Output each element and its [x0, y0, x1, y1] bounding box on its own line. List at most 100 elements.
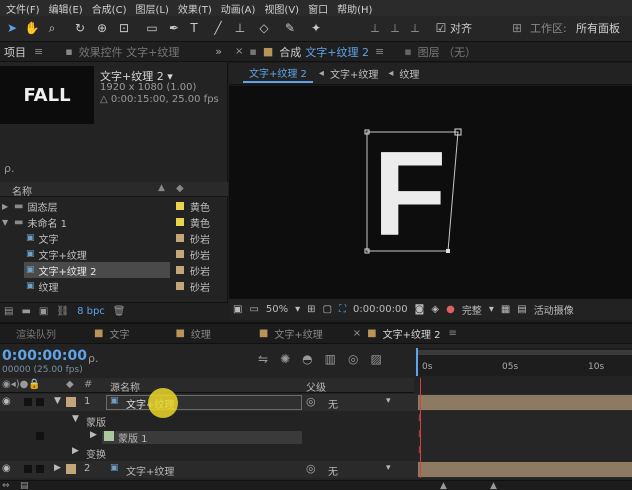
- pen-tool-icon[interactable]: ✒: [166, 20, 182, 36]
- label-column-icon[interactable]: ◆: [176, 183, 184, 194]
- pick-whip-icon[interactable]: ◎: [306, 462, 316, 475]
- layer-name[interactable]: 文字+纹理: [126, 463, 174, 478]
- snap-checkbox-icon[interactable]: ☑: [434, 20, 448, 36]
- current-time[interactable]: 0:00:00:00: [353, 304, 408, 315]
- keyframe-icon[interactable]: I: [418, 430, 421, 440]
- zoom-in-icon[interactable]: ▲: [490, 481, 497, 490]
- collapse-icon[interactable]: ▼: [54, 396, 61, 406]
- project-search-input[interactable]: ρ.: [4, 162, 14, 175]
- region-of-interest-icon[interactable]: ⛶: [339, 304, 346, 315]
- label-swatch[interactable]: [66, 464, 76, 474]
- layer-duration-bar[interactable]: [418, 462, 632, 477]
- dropdown-icon[interactable]: ▾: [386, 396, 391, 406]
- bpc-button[interactable]: 8 bpc: [77, 306, 105, 317]
- menu-composition[interactable]: 合成(C): [92, 1, 127, 16]
- motion-blur-icon[interactable]: ◎: [348, 352, 358, 366]
- eraser-tool-icon[interactable]: ◇: [256, 20, 272, 36]
- tab-texture[interactable]: 纹理: [191, 326, 211, 341]
- tab-text-texture-2[interactable]: 文字+纹理 2: [383, 326, 441, 341]
- list-item[interactable]: ▼ ▬ 未命名 1 黄色: [0, 214, 228, 230]
- panel-menu-icon[interactable]: ≡: [375, 45, 384, 58]
- expand-icon[interactable]: ▶: [54, 463, 61, 473]
- keyframe-icon[interactable]: I: [418, 414, 421, 424]
- toggle-modes-icon[interactable]: ▤: [20, 481, 29, 490]
- roto-brush-tool-icon[interactable]: ✎: [282, 20, 298, 36]
- hand-tool-icon[interactable]: ✋: [24, 20, 40, 36]
- workspace-value[interactable]: 所有面板: [576, 20, 620, 36]
- table-row[interactable]: ◉ ▼ 1 ▣ 文字+纹理 ◎ 无 ▾: [0, 388, 632, 418]
- puppet-tool-icon[interactable]: ✦: [308, 20, 324, 36]
- tab-layer[interactable]: 图层 （无）: [418, 44, 477, 60]
- column-parent[interactable]: 父级: [306, 379, 326, 394]
- collapse-icon[interactable]: ▼: [72, 414, 79, 424]
- grid-icon[interactable]: ⊞: [307, 304, 315, 315]
- dropdown-icon[interactable]: ▾: [295, 304, 300, 315]
- collapse-icon[interactable]: ▼: [2, 218, 12, 227]
- camera-dropdown[interactable]: 活动摄像: [534, 302, 574, 317]
- parent-dropdown[interactable]: 无: [328, 463, 338, 478]
- pick-whip-icon[interactable]: ◎: [306, 395, 316, 408]
- work-area-bar[interactable]: [418, 350, 632, 355]
- list-item[interactable]: ▣ 纹理 砂岩: [0, 278, 228, 294]
- selection-tool-icon[interactable]: ➤: [4, 20, 20, 36]
- breadcrumb-item[interactable]: 纹理: [399, 66, 419, 81]
- camera-tool-icon[interactable]: ⊕: [94, 20, 110, 36]
- menu-help[interactable]: 帮助(H): [337, 1, 372, 16]
- monitor-icon[interactable]: ▭: [249, 304, 258, 315]
- new-comp-icon[interactable]: ▣: [39, 306, 48, 317]
- interpret-footage-icon[interactable]: ▤: [4, 306, 13, 317]
- menu-layer[interactable]: 图层(L): [135, 1, 168, 16]
- visibility-icon[interactable]: ◉: [2, 396, 11, 407]
- brush-tool-icon[interactable]: ╱: [210, 20, 226, 36]
- mask-visibility-icon[interactable]: ▢: [323, 304, 332, 315]
- breadcrumb-item-active[interactable]: 文字+纹理 2: [243, 64, 313, 83]
- list-item[interactable]: ▣ 文字+纹理 砂岩: [0, 246, 228, 262]
- table-row[interactable]: ▶ 变换: [0, 444, 414, 461]
- lock-switch[interactable]: [36, 465, 44, 473]
- column-source-name[interactable]: 源名称: [110, 379, 140, 394]
- frame-blending-icon[interactable]: ▥: [325, 352, 336, 366]
- transparency-grid-icon[interactable]: ▦: [501, 304, 510, 315]
- tab-comp-prefix[interactable]: 合成: [279, 44, 301, 60]
- view-axis-icon[interactable]: ⟂: [408, 20, 422, 36]
- expand-icon[interactable]: ▶: [90, 430, 97, 440]
- channel-icon[interactable]: ●: [446, 304, 455, 315]
- label-swatch[interactable]: [66, 397, 76, 407]
- parent-dropdown[interactable]: 无: [328, 396, 338, 411]
- rectangle-tool-icon[interactable]: ▭: [144, 20, 160, 36]
- 3d-view-icon[interactable]: ▤: [517, 304, 526, 315]
- snapshot-icon[interactable]: ◙: [415, 304, 425, 315]
- keyframe-icon[interactable]: I: [418, 446, 421, 456]
- tab-text[interactable]: 文字: [109, 326, 129, 341]
- time-ruler[interactable]: 0s 05s 10s: [416, 348, 632, 376]
- world-axis-icon[interactable]: ⟂: [388, 20, 402, 36]
- graph-editor-icon[interactable]: ▨: [370, 352, 381, 366]
- new-folder-icon[interactable]: ▬: [21, 306, 30, 317]
- lock-switch[interactable]: [36, 398, 44, 406]
- solo-switch[interactable]: [24, 465, 32, 473]
- expand-icon[interactable]: ▶: [2, 202, 12, 211]
- rotate-tool-icon[interactable]: ↻: [72, 20, 88, 36]
- layer-duration-bar[interactable]: [418, 395, 632, 410]
- menu-animation[interactable]: 动画(A): [221, 1, 256, 16]
- link-icon[interactable]: ⛓: [56, 306, 69, 317]
- menu-file[interactable]: 文件(F): [6, 1, 40, 16]
- zoom-slider-icon[interactable]: ▲: [440, 481, 447, 490]
- list-item-selected[interactable]: ▣ 文字+纹理 2 砂岩: [0, 262, 228, 278]
- tab-text-texture[interactable]: 文字+纹理: [274, 326, 322, 341]
- list-item[interactable]: ▣ 文字 砂岩: [0, 230, 228, 246]
- quality-dropdown[interactable]: 完整: [462, 302, 482, 317]
- menu-view[interactable]: 视图(V): [264, 1, 299, 16]
- sort-icon[interactable]: ▲: [158, 183, 165, 193]
- tab-project[interactable]: 项目: [4, 44, 26, 60]
- tab-effect-controls[interactable]: 效果控件 文字+纹理: [79, 44, 180, 60]
- dropdown-icon[interactable]: ▾: [489, 304, 494, 315]
- column-name[interactable]: 名称: [12, 183, 32, 198]
- show-snapshot-icon[interactable]: ◈: [431, 304, 439, 315]
- solo-switch[interactable]: [24, 398, 32, 406]
- panel-menu-icon[interactable]: ≡: [34, 45, 43, 58]
- menu-window[interactable]: 窗口: [308, 1, 328, 16]
- tab-comp-name[interactable]: 文字+纹理 2: [305, 44, 369, 60]
- zoom-tool-icon[interactable]: ⌕: [44, 20, 60, 36]
- mask-lock-switch[interactable]: [36, 432, 44, 440]
